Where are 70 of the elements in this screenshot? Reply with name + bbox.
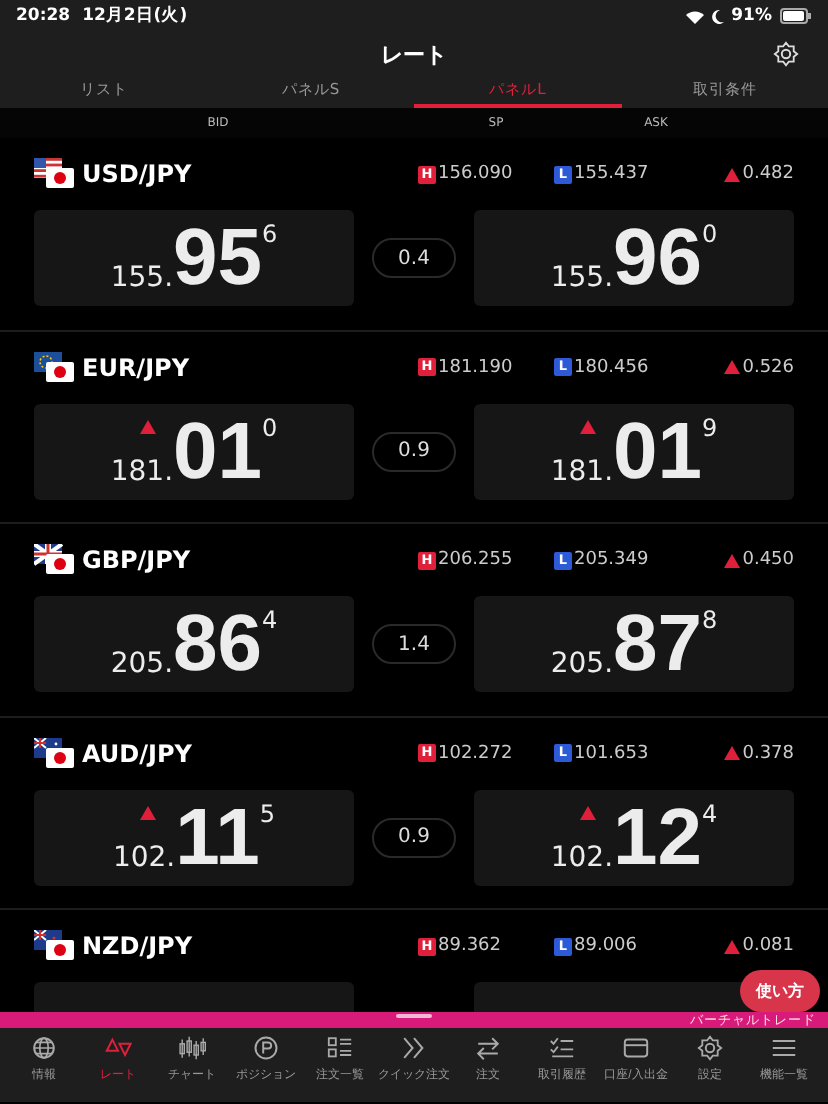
- currency-pair[interactable]: EUR/JPY: [82, 353, 190, 381]
- price-fraction: 5: [259, 799, 276, 827]
- currency-pair[interactable]: GBP/JPY: [82, 546, 191, 574]
- spread-pill: 0.9: [372, 817, 456, 857]
- flag-icon: [34, 930, 74, 962]
- spread-pill: 0.4: [372, 238, 456, 278]
- price-fraction: 9: [702, 413, 718, 441]
- price-prefix: 155.: [110, 262, 174, 294]
- high-value: 206.255: [438, 550, 513, 570]
- menu-icon: [770, 1034, 798, 1062]
- change-value: 0.526: [742, 357, 794, 377]
- help-bubble-tooltip[interactable]: 使い方: [740, 970, 820, 1012]
- price-fraction: 0: [262, 413, 278, 441]
- low-value: 180.456: [574, 357, 649, 377]
- settings-icon[interactable]: [772, 40, 800, 68]
- price-prefix: 181.: [550, 455, 614, 487]
- wifi-icon: [685, 9, 704, 23]
- high-value: 156.090: [438, 164, 513, 184]
- currency-pair[interactable]: AUD/JPY: [82, 739, 192, 767]
- currency-pair[interactable]: NZD/JPY: [82, 932, 193, 960]
- flag-icon: [34, 544, 74, 576]
- battery-icon: [780, 8, 812, 24]
- price-prefix: 102.: [112, 841, 176, 873]
- high-value: 89.362: [438, 936, 501, 956]
- price-fraction: 4: [262, 606, 278, 634]
- spread-pill: 1.4: [372, 624, 456, 664]
- screen-title: レート: [381, 39, 447, 69]
- price-fraction: 4: [702, 799, 718, 827]
- card-icon: [622, 1034, 650, 1062]
- currency-pair[interactable]: USD/JPY: [82, 160, 192, 188]
- globe-icon: [30, 1034, 58, 1062]
- price-fraction: 0: [702, 220, 718, 248]
- price-pips: 12: [613, 797, 703, 877]
- high-value: 102.272: [438, 743, 513, 763]
- price-prefix: 155.: [550, 262, 614, 294]
- flag-icon: [34, 737, 74, 769]
- price-pips: 01: [613, 411, 703, 491]
- change-value: 0.482: [742, 164, 794, 184]
- status-time: 20:28: [16, 6, 71, 26]
- price-pips: 11: [175, 797, 260, 877]
- price-pips: 01: [173, 411, 263, 491]
- swap-icon: [474, 1034, 502, 1062]
- price-pips: 95: [173, 218, 263, 298]
- change-value: 0.081: [742, 936, 794, 956]
- price-prefix: 102.: [550, 841, 614, 873]
- change-value: 0.450: [742, 550, 794, 570]
- high-value: 181.190: [438, 357, 513, 377]
- price-pips: 86: [173, 604, 263, 684]
- flag-icon: [34, 351, 74, 383]
- candles-icon: [178, 1034, 206, 1062]
- price-prefix: 181.: [110, 455, 174, 487]
- price-pips: 96: [613, 218, 703, 298]
- gear-icon: [696, 1034, 724, 1062]
- price-fraction: 6: [262, 220, 278, 248]
- price-prefix: 205.: [550, 648, 614, 680]
- list-icon: [326, 1034, 354, 1062]
- moon-icon: [711, 9, 724, 23]
- low-value: 205.349: [574, 550, 649, 570]
- change-value: 0.378: [742, 743, 794, 763]
- position-icon: [252, 1034, 280, 1062]
- low-value: 101.653: [574, 743, 649, 763]
- status-date: 12月2日(火): [82, 4, 188, 28]
- low-value: 89.006: [574, 936, 637, 956]
- flag-icon: [34, 158, 74, 190]
- low-value: 155.437: [574, 164, 649, 184]
- price-pips: 87: [613, 604, 703, 684]
- spread-pill: 0.9: [372, 431, 456, 471]
- price-fraction: 8: [702, 606, 718, 634]
- battery-percent: 91%: [731, 6, 772, 26]
- price-prefix: 205.: [110, 648, 174, 680]
